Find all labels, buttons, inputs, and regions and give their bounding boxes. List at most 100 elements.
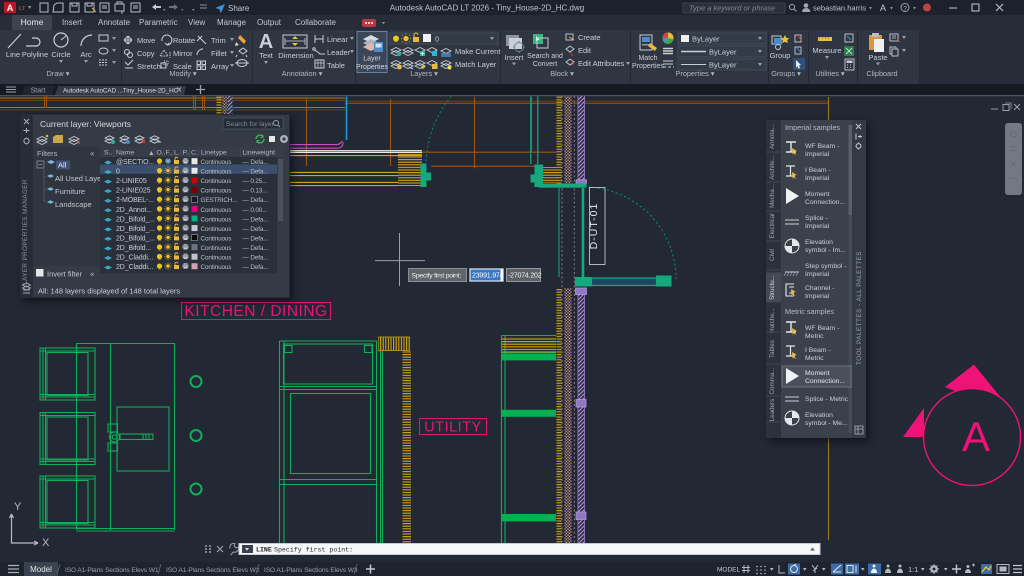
svg-text:GESTRICH...: GESTRICH... [201, 197, 238, 204]
svg-text:symbol - Me...: symbol - Me... [805, 420, 848, 427]
svg-text:Type a keyword or phrase: Type a keyword or phrase [689, 4, 775, 13]
svg-text:I Beam -: I Beam - [805, 167, 831, 174]
svg-text:Current layer: Viewports: Current layer: Viewports [40, 119, 131, 129]
svg-text:Linetype: Linetype [201, 150, 227, 157]
svg-text:Continuous: Continuous [201, 245, 232, 252]
svg-text:Leader: Leader [327, 48, 351, 57]
svg-text:Elevation: Elevation [805, 412, 833, 419]
svg-text:Utilities ▾: Utilities ▾ [815, 69, 845, 78]
svg-text:O..: O.. [157, 150, 166, 157]
svg-text:ByLayer: ByLayer [692, 35, 720, 44]
svg-text:All: All [58, 161, 67, 170]
svg-text:Clipboard: Clipboard [866, 69, 897, 78]
svg-text:Share: Share [228, 4, 250, 13]
svg-text:Continuous: Continuous [201, 264, 232, 271]
svg-text:LT: LT [19, 6, 26, 12]
svg-text:«: « [90, 149, 95, 158]
svg-text:Continuous: Continuous [201, 226, 232, 233]
svg-text:Tables: Tables [769, 340, 776, 358]
svg-text:Circle: Circle [51, 50, 70, 59]
svg-text:@SECTIO...: @SECTIO... [116, 159, 154, 166]
svg-text:Moment: Moment [805, 370, 830, 377]
svg-text:A: A [259, 31, 273, 53]
svg-text:Autodesk AutoCAD LT 2026 - Tin: Autodesk AutoCAD LT 2026 - Tiny_House-2D… [390, 4, 584, 13]
svg-text:LAYER PROPERTIES MANAGER: LAYER PROPERTIES MANAGER [22, 179, 29, 285]
svg-text:All Used Laye: All Used Laye [55, 174, 101, 183]
svg-text:Edit Attributes: Edit Attributes [578, 59, 625, 68]
svg-text:ISO A1-Plans Sections Elevs W1: ISO A1-Plans Sections Elevs W1 [65, 567, 159, 574]
svg-text:0: 0 [435, 35, 439, 44]
svg-text:0: 0 [116, 169, 120, 176]
svg-text:Connection...: Connection... [805, 199, 845, 206]
svg-text:2D_Bifold_...: 2D_Bifold_... [116, 226, 155, 233]
svg-text:Scale: Scale [173, 62, 192, 71]
svg-text:WF Beam -: WF Beam - [805, 143, 839, 150]
svg-text:Mecha...: Mecha... [769, 184, 776, 208]
svg-text:2D_Claddi...: 2D_Claddi... [116, 264, 153, 271]
svg-text:Name: Name [116, 150, 134, 157]
svg-text:Metric samples: Metric samples [785, 307, 834, 316]
svg-text:sebastian.harris: sebastian.harris [813, 4, 866, 13]
svg-text:Layers ▾: Layers ▾ [410, 69, 438, 78]
svg-text:P..: P.. [183, 150, 191, 157]
svg-text:Create: Create [578, 33, 601, 42]
svg-text:Specify first point:: Specify first point: [412, 273, 462, 280]
svg-text:Match: Match [638, 55, 657, 62]
svg-text:▲: ▲ [148, 150, 155, 157]
svg-text:Convert: Convert [533, 61, 558, 68]
svg-text:Paste: Paste [868, 53, 887, 62]
svg-text:Lineweight: Lineweight [243, 150, 276, 157]
svg-text:2D_Bifold_...: 2D_Bifold_... [116, 235, 155, 242]
svg-text:Stretch: Stretch [137, 62, 161, 71]
svg-text:Leaders: Leaders [769, 399, 776, 421]
svg-text:2D_Annot...: 2D_Annot... [116, 207, 152, 214]
svg-text:23991.974: 23991.974 [472, 273, 504, 280]
svg-text:A: A [880, 3, 886, 13]
svg-text:Fillet: Fillet [211, 49, 228, 58]
svg-text:Dimension: Dimension [278, 51, 313, 60]
svg-text:Splice -: Splice - [805, 215, 828, 222]
svg-text:Hatche...: Hatche... [769, 308, 776, 333]
svg-text:Match Layer: Match Layer [455, 60, 497, 69]
svg-text:Mirror: Mirror [173, 49, 193, 58]
svg-text:Continuous: Continuous [201, 207, 232, 214]
svg-text:Imperial: Imperial [805, 293, 830, 300]
svg-text:Array: Array [211, 62, 229, 71]
svg-text:— Defa...: — Defa... [243, 216, 269, 223]
svg-text:Moment: Moment [805, 191, 830, 198]
svg-text:KITCHEN / DINING: KITCHEN / DINING [184, 303, 327, 320]
svg-text:Imperial: Imperial [805, 151, 830, 158]
svg-text:Elevation: Elevation [805, 239, 833, 246]
svg-text:Continuous: Continuous [201, 169, 232, 176]
svg-text:I Beam -: I Beam - [805, 347, 831, 354]
svg-text:TOOL PALETTES - ALL PALETTES: TOOL PALETTES - ALL PALETTES [856, 251, 863, 365]
svg-text:Specify first point:: Specify first point: [274, 547, 353, 554]
svg-text:2-LINIE025: 2-LINIE025 [116, 188, 151, 195]
svg-text:ISO A1-Plans Sections Elevs W2: ISO A1-Plans Sections Elevs W2 [166, 567, 260, 574]
svg-text:Groups ▾: Groups ▾ [771, 69, 801, 78]
svg-text:«: « [90, 270, 95, 279]
svg-text:— Defa...: — Defa... [243, 255, 269, 262]
svg-text:Imperial samples: Imperial samples [785, 123, 841, 132]
svg-text:Y: Y [14, 501, 22, 513]
svg-text:2-LINIE05: 2-LINIE05 [116, 178, 147, 185]
svg-text:Line: Line [6, 50, 20, 59]
svg-text:— Defa...: — Defa... [243, 245, 269, 252]
svg-text:Connection...: Connection... [805, 378, 845, 385]
svg-text:ISO A1-Plans Sections Elevs W3: ISO A1-Plans Sections Elevs W3 [264, 567, 358, 574]
svg-text:Search for layer: Search for layer [226, 121, 275, 128]
svg-text:Continuous: Continuous [201, 159, 232, 166]
svg-text:X: X [42, 537, 50, 549]
svg-text:Comma...: Comma... [769, 367, 776, 394]
svg-text:Imperial: Imperial [805, 271, 830, 278]
svg-text:— Defa...: — Defa... [243, 169, 269, 176]
svg-text:Electrical: Electrical [769, 213, 776, 238]
svg-text:— Defa...: — Defa... [243, 159, 269, 166]
svg-text:F..: F.. [166, 150, 173, 157]
svg-text:Metric: Metric [805, 355, 824, 362]
svg-text:Move: Move [137, 36, 155, 45]
svg-text:LINE: LINE [256, 547, 272, 554]
svg-text:Filters: Filters [37, 149, 58, 158]
svg-text:MODEL: MODEL [717, 567, 741, 574]
svg-text:ByLayer: ByLayer [709, 61, 737, 70]
